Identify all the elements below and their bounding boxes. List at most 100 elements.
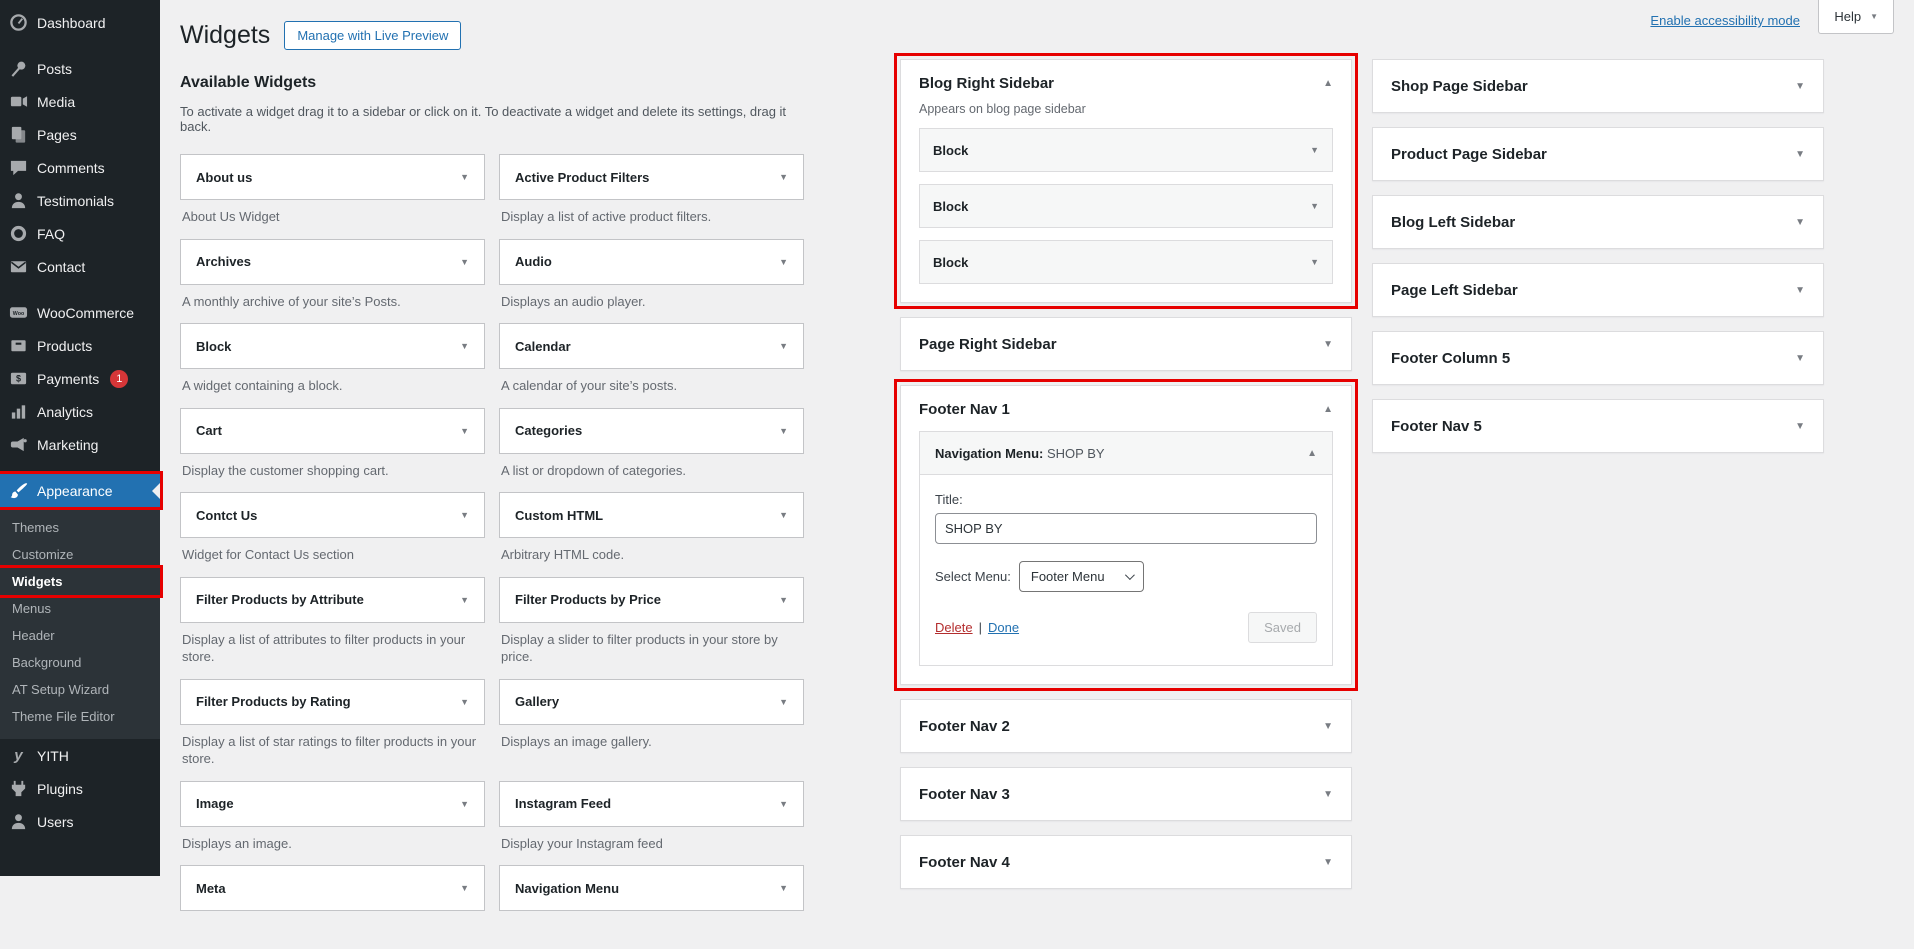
- enable-accessibility-mode-link[interactable]: Enable accessibility mode: [1650, 13, 1800, 28]
- submenu-item-header[interactable]: Header: [0, 622, 160, 649]
- widget-header[interactable]: Navigation Menu: SHOP BY ▲: [919, 431, 1333, 475]
- sidebar-item-label: Posts: [37, 61, 72, 77]
- sidebar-item-users[interactable]: Users: [0, 805, 160, 838]
- sidebar-item-faq[interactable]: FAQ: [0, 217, 160, 250]
- sidebar-item-posts[interactable]: Posts: [0, 52, 160, 85]
- sidebar-item-products[interactable]: Products: [0, 329, 160, 362]
- panel-toggle[interactable]: Footer Nav 1 ▲: [919, 401, 1333, 418]
- panel-blog-left-sidebar[interactable]: Blog Left Sidebar ▼: [1372, 195, 1824, 249]
- sidebar-item-contact[interactable]: Contact: [0, 250, 160, 283]
- delete-link[interactable]: Delete: [935, 620, 973, 635]
- media-icon: [9, 92, 28, 111]
- sidebar-item-marketing[interactable]: Marketing: [0, 428, 160, 461]
- panel-page-right-sidebar[interactable]: Page Right Sidebar ▼: [900, 317, 1352, 371]
- sidebar-item-plugins[interactable]: Plugins: [0, 772, 160, 805]
- widget-box[interactable]: Audio▼: [499, 239, 804, 285]
- sidebar-item-label: Contact: [37, 259, 85, 275]
- widget-box[interactable]: Archives▼: [180, 239, 485, 285]
- submenu-item-background[interactable]: Background: [0, 649, 160, 676]
- sidebar-item-comments[interactable]: Comments: [0, 151, 160, 184]
- widget-name: Filter Products by Attribute: [196, 592, 364, 607]
- sidebar-item-label: Pages: [37, 127, 77, 143]
- select-chevron-icon: [1125, 570, 1135, 580]
- submenu-item-at-setup-wizard[interactable]: AT Setup Wizard: [0, 676, 160, 703]
- widget-box[interactable]: Meta▼: [180, 865, 485, 911]
- sidebar-item-testimonials[interactable]: Testimonials: [0, 184, 160, 217]
- svg-text:Woo: Woo: [13, 311, 25, 317]
- panel-footer-nav-2[interactable]: Footer Nav 2 ▼: [900, 699, 1352, 753]
- panel-footer-nav-3[interactable]: Footer Nav 3 ▼: [900, 767, 1352, 821]
- widget-description: Displays an image.: [182, 835, 483, 853]
- help-button[interactable]: Help ▼: [1818, 0, 1894, 34]
- widget-box[interactable]: Instagram Feed▼: [499, 781, 804, 827]
- panel-toggle[interactable]: Blog Right Sidebar ▲: [919, 75, 1333, 92]
- panel-footer-column-5[interactable]: Footer Column 5 ▼: [1372, 331, 1824, 385]
- saved-button[interactable]: Saved: [1248, 612, 1317, 643]
- widget-box[interactable]: Image▼: [180, 781, 485, 827]
- widget-box[interactable]: Filter Products by Attribute▼: [180, 577, 485, 623]
- widget-card-filter-attribute: Filter Products by Attribute▼ Display a …: [180, 577, 485, 679]
- chevron-down-icon: ▼: [1310, 257, 1319, 267]
- available-widgets-heading: Available Widgets: [180, 74, 804, 92]
- widget-box[interactable]: Categories▼: [499, 408, 804, 454]
- selected-menu-value: Footer Menu: [1031, 569, 1105, 584]
- placed-widget-block[interactable]: Block ▼: [919, 240, 1333, 284]
- done-link[interactable]: Done: [988, 620, 1019, 635]
- manage-with-live-preview-button[interactable]: Manage with Live Preview: [284, 21, 461, 50]
- sidebar-item-payments[interactable]: $ Payments 1: [0, 362, 160, 395]
- submenu-item-widgets[interactable]: Widgets: [0, 568, 160, 595]
- sidebar-item-label: Dashboard: [37, 15, 106, 31]
- plug-icon: [9, 779, 28, 798]
- widget-box[interactable]: Filter Products by Price▼: [499, 577, 804, 623]
- submenu-item-theme-file-editor[interactable]: Theme File Editor: [0, 703, 160, 730]
- widget-card-categories: Categories▼ A list or dropdown of catego…: [499, 408, 804, 493]
- sidebar-item-media[interactable]: Media: [0, 85, 160, 118]
- chevron-down-icon: ▼: [1323, 857, 1333, 868]
- panel-page-left-sidebar[interactable]: Page Left Sidebar ▼: [1372, 263, 1824, 317]
- panel-footer-nav-5[interactable]: Footer Nav 5 ▼: [1372, 399, 1824, 453]
- chevron-down-icon: ▼: [460, 257, 469, 267]
- placed-widget-block[interactable]: Block ▼: [919, 128, 1333, 172]
- widget-name: Navigation Menu: [515, 881, 619, 896]
- panel-footer-nav-4[interactable]: Footer Nav 4 ▼: [900, 835, 1352, 889]
- widget-title-input[interactable]: [935, 513, 1317, 544]
- help-label: Help: [1834, 9, 1861, 24]
- widget-box[interactable]: Navigation Menu▼: [499, 865, 804, 911]
- sidebar-item-analytics[interactable]: Analytics: [0, 395, 160, 428]
- widget-name: Audio: [515, 254, 552, 269]
- widget-card-contct-us: Contct Us▼ Widget for Contact Us section: [180, 492, 485, 577]
- widget-box[interactable]: Custom HTML▼: [499, 492, 804, 538]
- panel-product-page-sidebar[interactable]: Product Page Sidebar ▼: [1372, 127, 1824, 181]
- widget-name: Filter Products by Rating: [196, 694, 351, 709]
- appearance-submenu: Themes Customize Widgets Menus Header Ba…: [0, 507, 160, 739]
- sidebar-item-yith[interactable]: y YITH: [0, 739, 160, 772]
- main-row: Available Widgets To activate a widget d…: [180, 56, 1894, 949]
- widget-box[interactable]: Cart▼: [180, 408, 485, 454]
- widget-box[interactable]: Active Product Filters▼: [499, 154, 804, 200]
- widget-box[interactable]: Filter Products by Rating▼: [180, 679, 485, 725]
- submenu-item-themes[interactable]: Themes: [0, 514, 160, 541]
- widget-box[interactable]: Gallery▼: [499, 679, 804, 725]
- menu-separator: [0, 39, 160, 52]
- menu-separator: [0, 283, 160, 296]
- sidebar-item-pages[interactable]: Pages: [0, 118, 160, 151]
- placed-widget-block[interactable]: Block ▼: [919, 184, 1333, 228]
- sidebar-item-label: Analytics: [37, 404, 93, 420]
- chevron-down-icon: ▼: [1795, 149, 1805, 160]
- chevron-down-icon: ▼: [1795, 421, 1805, 432]
- sidebar-item-dashboard[interactable]: Dashboard: [0, 6, 160, 39]
- widget-card-archives: Archives▼ A monthly archive of your site…: [180, 239, 485, 324]
- widget-box[interactable]: Block▼: [180, 323, 485, 369]
- submenu-item-customize[interactable]: Customize: [0, 541, 160, 568]
- chevron-down-icon: ▼: [779, 697, 788, 707]
- menu-select-dropdown[interactable]: Footer Menu: [1019, 561, 1144, 592]
- panel-title: Footer Nav 5: [1391, 418, 1482, 435]
- widget-box[interactable]: Calendar▼: [499, 323, 804, 369]
- widget-box[interactable]: Contct Us▼: [180, 492, 485, 538]
- panel-title: Blog Left Sidebar: [1391, 214, 1515, 231]
- submenu-item-menus[interactable]: Menus: [0, 595, 160, 622]
- sidebar-item-woocommerce[interactable]: Woo WooCommerce: [0, 296, 160, 329]
- widget-box[interactable]: About us▼: [180, 154, 485, 200]
- sidebar-item-appearance[interactable]: Appearance: [0, 474, 160, 507]
- panel-shop-page-sidebar[interactable]: Shop Page Sidebar ▼: [1372, 59, 1824, 113]
